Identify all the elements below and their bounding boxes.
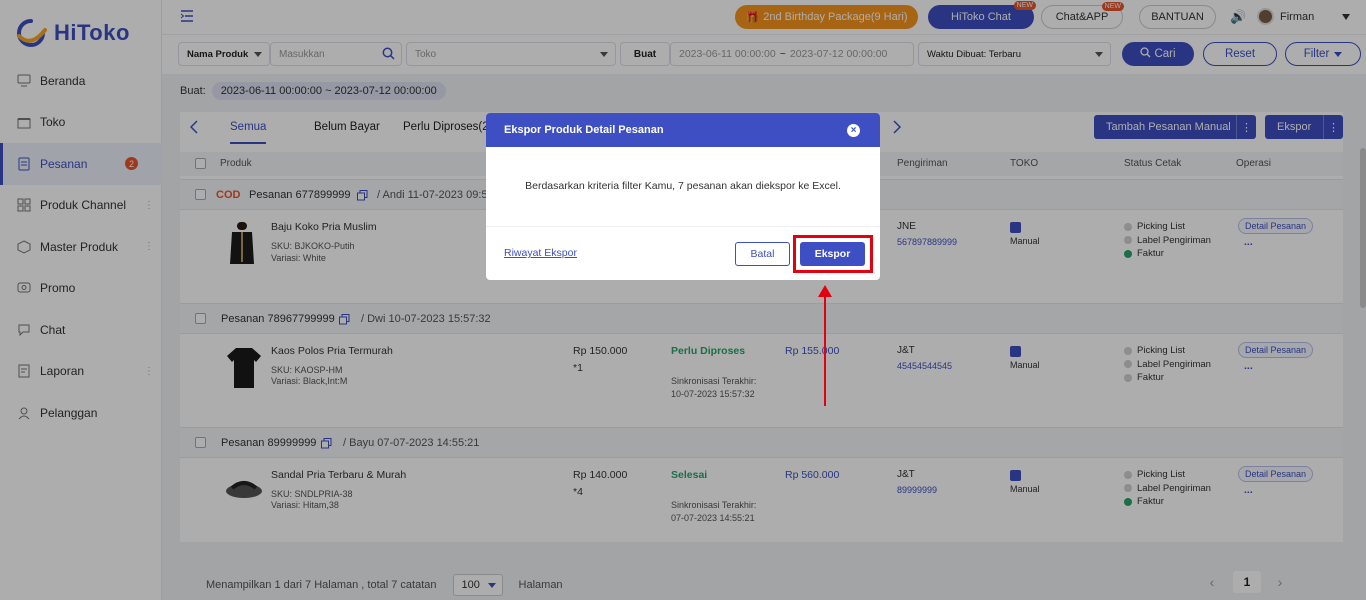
annotation-highlight-box <box>793 235 873 273</box>
cancel-button[interactable]: Batal <box>735 242 790 266</box>
modal-overlay[interactable] <box>0 0 1366 600</box>
riwayat-ekspor-link[interactable]: Riwayat Ekspor <box>504 247 577 259</box>
modal-message: Berdasarkan kriteria filter Kamu, 7 pesa… <box>525 180 841 192</box>
annotation-arrow-line <box>824 296 826 406</box>
modal-title: Ekspor Produk Detail Pesanan <box>504 124 664 136</box>
modal-header: Ekspor Produk Detail Pesanan × <box>486 113 880 147</box>
close-icon[interactable]: × <box>847 124 860 137</box>
